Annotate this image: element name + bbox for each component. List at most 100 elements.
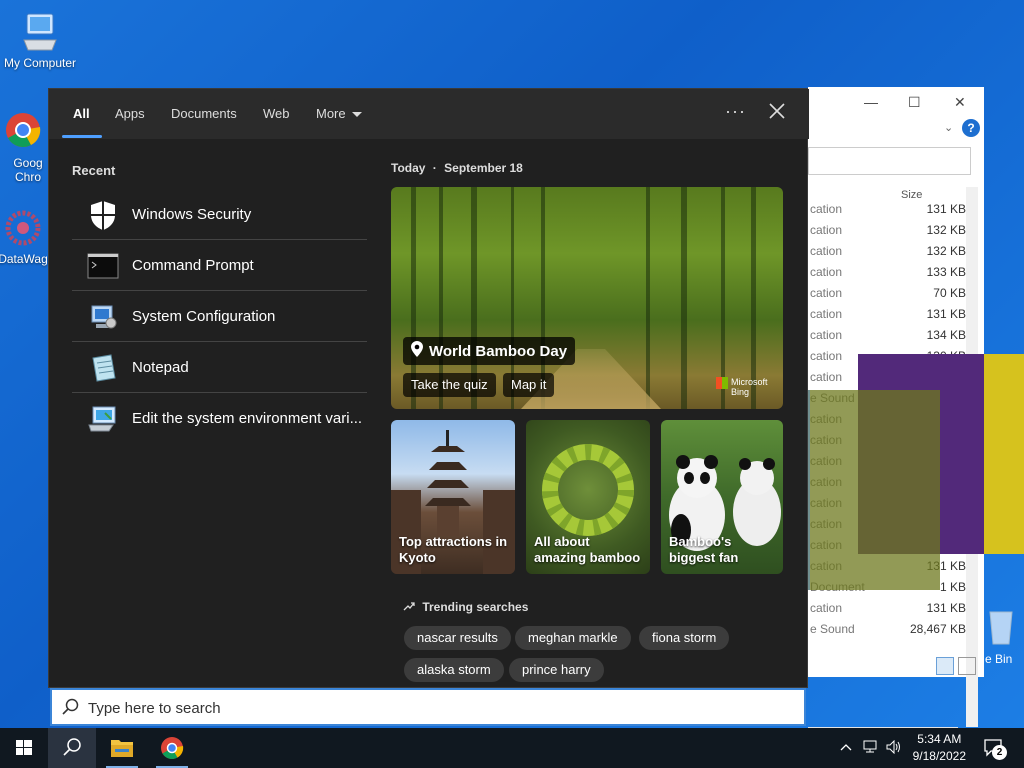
file-type: cation	[810, 202, 843, 216]
today-heading: Today · September 18	[391, 161, 523, 175]
volume-icon[interactable]	[886, 739, 902, 757]
maximize-icon[interactable]: ☐	[908, 94, 921, 111]
hero-title-badge[interactable]: World Bamboo Day	[403, 337, 576, 365]
search-icon	[63, 738, 81, 756]
file-type: cation	[810, 307, 843, 321]
file-size: 132 KB	[926, 244, 966, 258]
chevron-down-icon[interactable]: ⌄	[944, 121, 953, 134]
system-config-icon	[87, 301, 119, 333]
show-hidden-icons-chevron-icon[interactable]	[840, 740, 852, 755]
large-icons-view-icon[interactable]	[958, 657, 976, 675]
trending-chip[interactable]: alaska storm	[404, 658, 504, 682]
details-view-icon[interactable]	[936, 657, 954, 675]
search-panel: All Apps Documents Web More ··· Recent W…	[48, 88, 809, 688]
desktop-icon-my-computer[interactable]: My Computer	[0, 10, 80, 70]
trending-chip[interactable]: fiona storm	[639, 626, 730, 650]
tab-more[interactable]: More	[316, 106, 362, 121]
file-type: cation	[810, 349, 843, 363]
tab-apps[interactable]: Apps	[115, 106, 145, 121]
file-size: 134 KB	[926, 328, 966, 342]
caret-down-icon	[351, 112, 362, 118]
chrome-taskbar-button[interactable]	[148, 728, 196, 768]
recent-list: Windows Security Command Prompt System C…	[72, 189, 367, 444]
map-it-button[interactable]: Map it	[503, 373, 555, 397]
tab-more-label: More	[316, 106, 346, 121]
file-row[interactable]: cation 131 KB	[808, 304, 968, 325]
search-tabs: All Apps Documents Web More ···	[49, 89, 809, 139]
file-size: 131 KB	[926, 601, 966, 615]
tab-all[interactable]: All	[73, 106, 90, 121]
desktop-icon-datawag[interactable]: DataWag	[0, 206, 48, 266]
card-bamboo[interactable]: All about amazing bamboo	[526, 420, 650, 574]
file-size: 28,467 KB	[909, 622, 966, 636]
network-icon[interactable]	[862, 740, 880, 757]
search-button[interactable]	[48, 728, 96, 768]
computer-icon	[18, 10, 62, 54]
card-caption: All about amazing bamboo	[534, 534, 641, 565]
file-row[interactable]: cation 70 KB	[808, 283, 968, 304]
recent-item-label: Command Prompt	[132, 257, 254, 274]
card-caption: Top attractions in Kyoto	[399, 534, 508, 565]
trending-chip[interactable]: nascar results	[404, 626, 511, 650]
recycle-bin-icon[interactable]	[986, 606, 1016, 646]
file-type: cation	[810, 223, 843, 237]
file-type: cation	[810, 244, 843, 258]
close-icon[interactable]: ✕	[954, 94, 966, 111]
help-icon[interactable]: ?	[962, 119, 980, 137]
card-kyoto[interactable]: Top attractions in Kyoto	[391, 420, 515, 574]
file-row[interactable]: cation 133 KB	[808, 262, 968, 283]
recent-item-command-prompt[interactable]: Command Prompt	[72, 240, 367, 291]
file-row[interactable]: cation 132 KB	[808, 241, 968, 262]
file-row[interactable]: cation 131 KB	[808, 199, 968, 220]
file-type: cation	[810, 370, 843, 384]
control-panel-icon	[87, 403, 119, 435]
file-size: 1 KB	[939, 580, 966, 594]
trending-chip[interactable]: meghan markle	[515, 626, 631, 650]
more-options-icon[interactable]: ···	[725, 101, 746, 122]
explorer-titlebar[interactable]: — ☐ ✕	[808, 87, 984, 117]
explorer-search-field[interactable]	[808, 147, 971, 175]
terminal-icon	[87, 250, 119, 282]
search-icon	[62, 698, 80, 716]
recent-item-windows-security[interactable]: Windows Security	[72, 189, 367, 240]
recent-heading: Recent	[72, 163, 116, 178]
notification-badge: 2	[992, 745, 1007, 760]
desktop-icon-label: My Computer	[3, 56, 77, 70]
taskbar: 5:34 AM 9/18/2022 2	[0, 728, 1024, 768]
file-type: cation	[810, 328, 843, 342]
card-panda[interactable]: Bamboo's biggest fan	[661, 420, 783, 574]
recent-item-label: Windows Security	[132, 206, 252, 223]
recent-item-environment-variables[interactable]: Edit the system environment vari...	[72, 393, 367, 444]
desktop-icon-chrome[interactable]: Goog Chro	[0, 110, 48, 184]
trending-chip[interactable]: prince harry	[509, 658, 604, 682]
hero-card-bamboo-day[interactable]: World Bamboo Day Take the quiz Map it Mi…	[391, 187, 783, 409]
today-date: September 18	[444, 161, 523, 175]
taskbar-clock[interactable]: 5:34 AM 9/18/2022	[913, 731, 966, 765]
today-separator: ·	[432, 161, 437, 175]
search-input[interactable]	[88, 696, 788, 720]
today-label: Today	[391, 161, 426, 175]
windows-logo-icon	[16, 740, 32, 755]
file-row[interactable]: e Sound 28,467 KB	[808, 619, 968, 640]
file-type: cation	[810, 286, 843, 300]
recent-item-system-configuration[interactable]: System Configuration	[72, 291, 367, 342]
file-explorer-taskbar-button[interactable]	[98, 728, 146, 768]
recent-item-notepad[interactable]: Notepad	[72, 342, 367, 393]
taskbar-search-box[interactable]	[50, 688, 806, 726]
render-artifact	[984, 354, 1024, 554]
file-row[interactable]: cation 131 KB	[808, 598, 968, 619]
tab-web[interactable]: Web	[263, 106, 290, 121]
file-row[interactable]: cation 132 KB	[808, 220, 968, 241]
folder-icon	[111, 740, 133, 757]
start-button[interactable]	[0, 728, 48, 768]
file-size: 132 KB	[926, 223, 966, 237]
tab-documents[interactable]: Documents	[171, 106, 237, 121]
file-size: 131 KB	[926, 307, 966, 321]
trending-heading: Trending searches	[403, 600, 528, 614]
take-quiz-button[interactable]: Take the quiz	[403, 373, 496, 397]
file-row[interactable]: cation 134 KB	[808, 325, 968, 346]
chrome-icon	[1, 110, 45, 154]
close-icon[interactable]	[767, 101, 787, 121]
minimize-icon[interactable]: —	[864, 94, 878, 110]
clock-date: 9/18/2022	[912, 749, 966, 763]
